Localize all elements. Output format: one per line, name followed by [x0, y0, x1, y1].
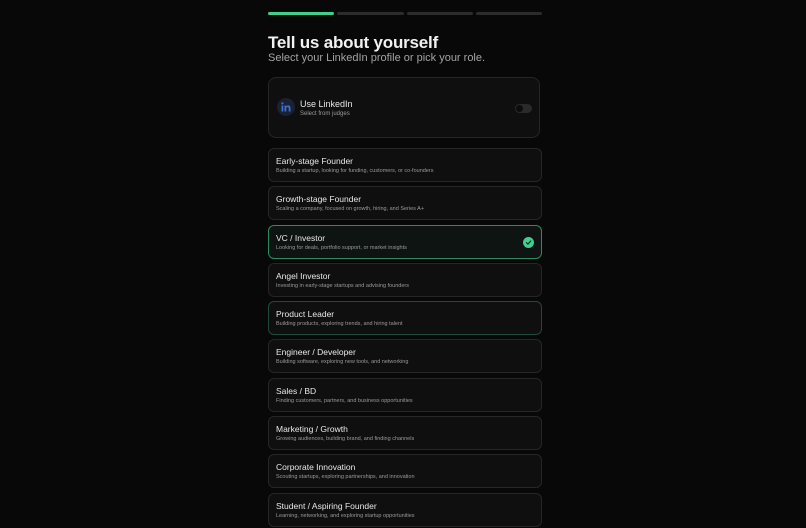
role-option-angel-investor[interactable]: Angel Investor Investing in early-stage …	[268, 262, 542, 297]
role-option-corporate-innovation[interactable]: Corporate Innovation Scouting startups, …	[268, 454, 542, 489]
checkmark-icon	[523, 236, 534, 248]
role-description: Scaling a company, focused on growth, hi…	[276, 206, 425, 213]
page-title: Tell us about yourself	[268, 33, 439, 52]
linkedin-option-subtitle: Select from judges	[300, 111, 350, 117]
role-option-growth-stage-founder[interactable]: Growth-stage Founder Scaling a company, …	[268, 186, 542, 221]
role-description: Investing in early-stage startups and ad…	[276, 282, 409, 289]
role-description: Looking for deals, portfolio support, or…	[276, 244, 407, 251]
progress-step-4	[475, 12, 542, 15]
role-title: Product Leader	[276, 309, 335, 320]
linkedin-option-card[interactable]: Use LinkedIn Select from judges	[268, 77, 540, 138]
role-description: Building products, exploring trends, and…	[276, 321, 403, 328]
role-title: Angel Investor	[276, 270, 331, 281]
step-progress	[268, 12, 542, 15]
role-description: Finding customers, partners, and busines…	[276, 397, 413, 404]
role-description: Scouting startups, exploring partnership…	[276, 474, 415, 481]
role-option-vc-investor[interactable]: VC / Investor Looking for deals, portfol…	[268, 224, 542, 259]
role-option-marketing-growth[interactable]: Marketing / Growth Growing audiences, bu…	[268, 416, 542, 451]
role-title: Engineer / Developer	[276, 347, 356, 358]
role-title: Growth-stage Founder	[276, 194, 362, 205]
role-description: Building software, exploring new tools, …	[276, 359, 409, 366]
role-title: Marketing / Growth	[276, 424, 348, 435]
progress-step-2	[337, 12, 404, 15]
role-description: Building a startup, looking for funding,…	[276, 168, 434, 174]
role-option-student-aspiring-founder[interactable]: Student / Aspiring Founder Learning, net…	[268, 492, 542, 527]
progress-step-3	[406, 12, 473, 15]
role-title: Corporate Innovation	[276, 462, 356, 473]
linkedin-toggle[interactable]	[515, 104, 532, 113]
page-subtitle: Select your LinkedIn profile or pick you…	[268, 52, 486, 64]
progress-step-1	[268, 12, 335, 15]
role-option-early-stage-founder[interactable]: Early-stage Founder Building a startup, …	[268, 148, 542, 182]
role-title: Student / Aspiring Founder	[276, 500, 377, 511]
role-title: Sales / BD	[276, 385, 317, 396]
role-description: Learning, networking, and exploring star…	[276, 512, 415, 519]
role-title: VC / Investor	[276, 232, 326, 243]
onboarding-page: Tell us about yourself Select your Linke…	[0, 0, 806, 528]
toggle-knob	[516, 105, 523, 112]
role-title: Early-stage Founder	[276, 156, 354, 166]
role-list: Early-stage Founder Building a startup, …	[268, 148, 542, 528]
role-option-engineer-developer[interactable]: Engineer / Developer Building software, …	[268, 339, 542, 374]
role-description: Growing audiences, building brand, and f…	[276, 436, 415, 443]
role-option-sales-bd[interactable]: Sales / BD Finding customers, partners, …	[268, 377, 542, 412]
role-option-product-leader[interactable]: Product Leader Building products, explor…	[268, 301, 542, 336]
linkedin-icon	[277, 98, 295, 116]
linkedin-option-title: Use LinkedIn	[300, 99, 353, 109]
